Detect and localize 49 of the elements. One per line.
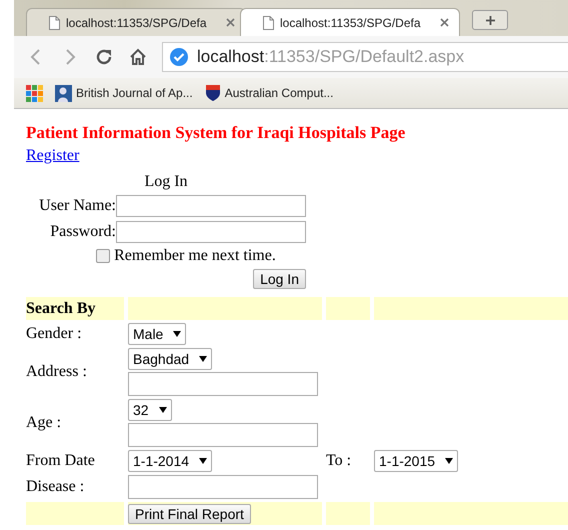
input-field[interactable] <box>128 475 318 499</box>
page-icon <box>49 16 60 30</box>
field-label: To : <box>326 452 352 469</box>
close-icon[interactable] <box>440 18 449 27</box>
checkbox[interactable] <box>96 249 110 263</box>
apps-icon[interactable] <box>26 84 43 102</box>
login-button[interactable]: Log In <box>253 269 306 289</box>
register-link[interactable]: Register <box>26 147 80 164</box>
journal-icon <box>55 84 72 102</box>
address-bar[interactable]: localhost:11353/SPG/Default2.aspx <box>162 42 568 72</box>
page-title: Patient Information System for Iraqi Hospitals Page <box>26 123 406 143</box>
input-field[interactable] <box>128 423 318 447</box>
caret-icon <box>199 458 208 464</box>
caret-icon <box>445 458 454 464</box>
home-icon[interactable] <box>128 47 148 67</box>
shield-icon <box>204 84 221 102</box>
dropdown[interactable]: 32 <box>128 399 172 421</box>
page-icon <box>263 16 274 30</box>
field-label: Password: <box>49 223 116 241</box>
checkbox-label: Remember me next time. <box>114 247 276 265</box>
field-label: User Name: <box>38 197 116 215</box>
footer-cell <box>326 502 370 525</box>
dropdown[interactable]: Male <box>128 323 186 345</box>
print-report-button[interactable]: Print Final Report <box>128 504 251 524</box>
secure-check-icon <box>169 47 189 67</box>
dropdown[interactable]: 1-1-2014 <box>128 450 212 472</box>
input-field[interactable] <box>116 195 306 217</box>
caret-icon <box>158 407 167 413</box>
reload-icon[interactable] <box>94 47 114 67</box>
plus-icon <box>486 16 494 24</box>
browser-tab[interactable]: localhost:11353/SPG/Defa <box>240 8 460 36</box>
close-icon[interactable] <box>226 18 235 27</box>
input-field[interactable] <box>128 372 318 396</box>
caret-icon <box>173 331 182 337</box>
bookmark[interactable]: British Journal of Ap... <box>55 84 193 102</box>
field-label: Address : <box>26 363 88 381</box>
caret-icon <box>199 356 208 362</box>
dropdown[interactable]: Baghdad <box>128 348 212 370</box>
header-cell: Search By <box>26 297 124 320</box>
bookmark[interactable]: Australian Comput... <box>204 84 334 102</box>
new-tab-button[interactable] <box>472 10 508 30</box>
input-field[interactable] <box>116 221 306 243</box>
login-heading: Log In <box>143 173 189 191</box>
field-label: Age : <box>26 414 62 432</box>
field-label: Gender : <box>26 325 83 343</box>
field-label: Disease : <box>26 478 86 496</box>
header-cell <box>326 297 370 320</box>
field-label: From Date <box>26 452 96 470</box>
dropdown[interactable]: 1-1-2015 <box>374 450 458 472</box>
